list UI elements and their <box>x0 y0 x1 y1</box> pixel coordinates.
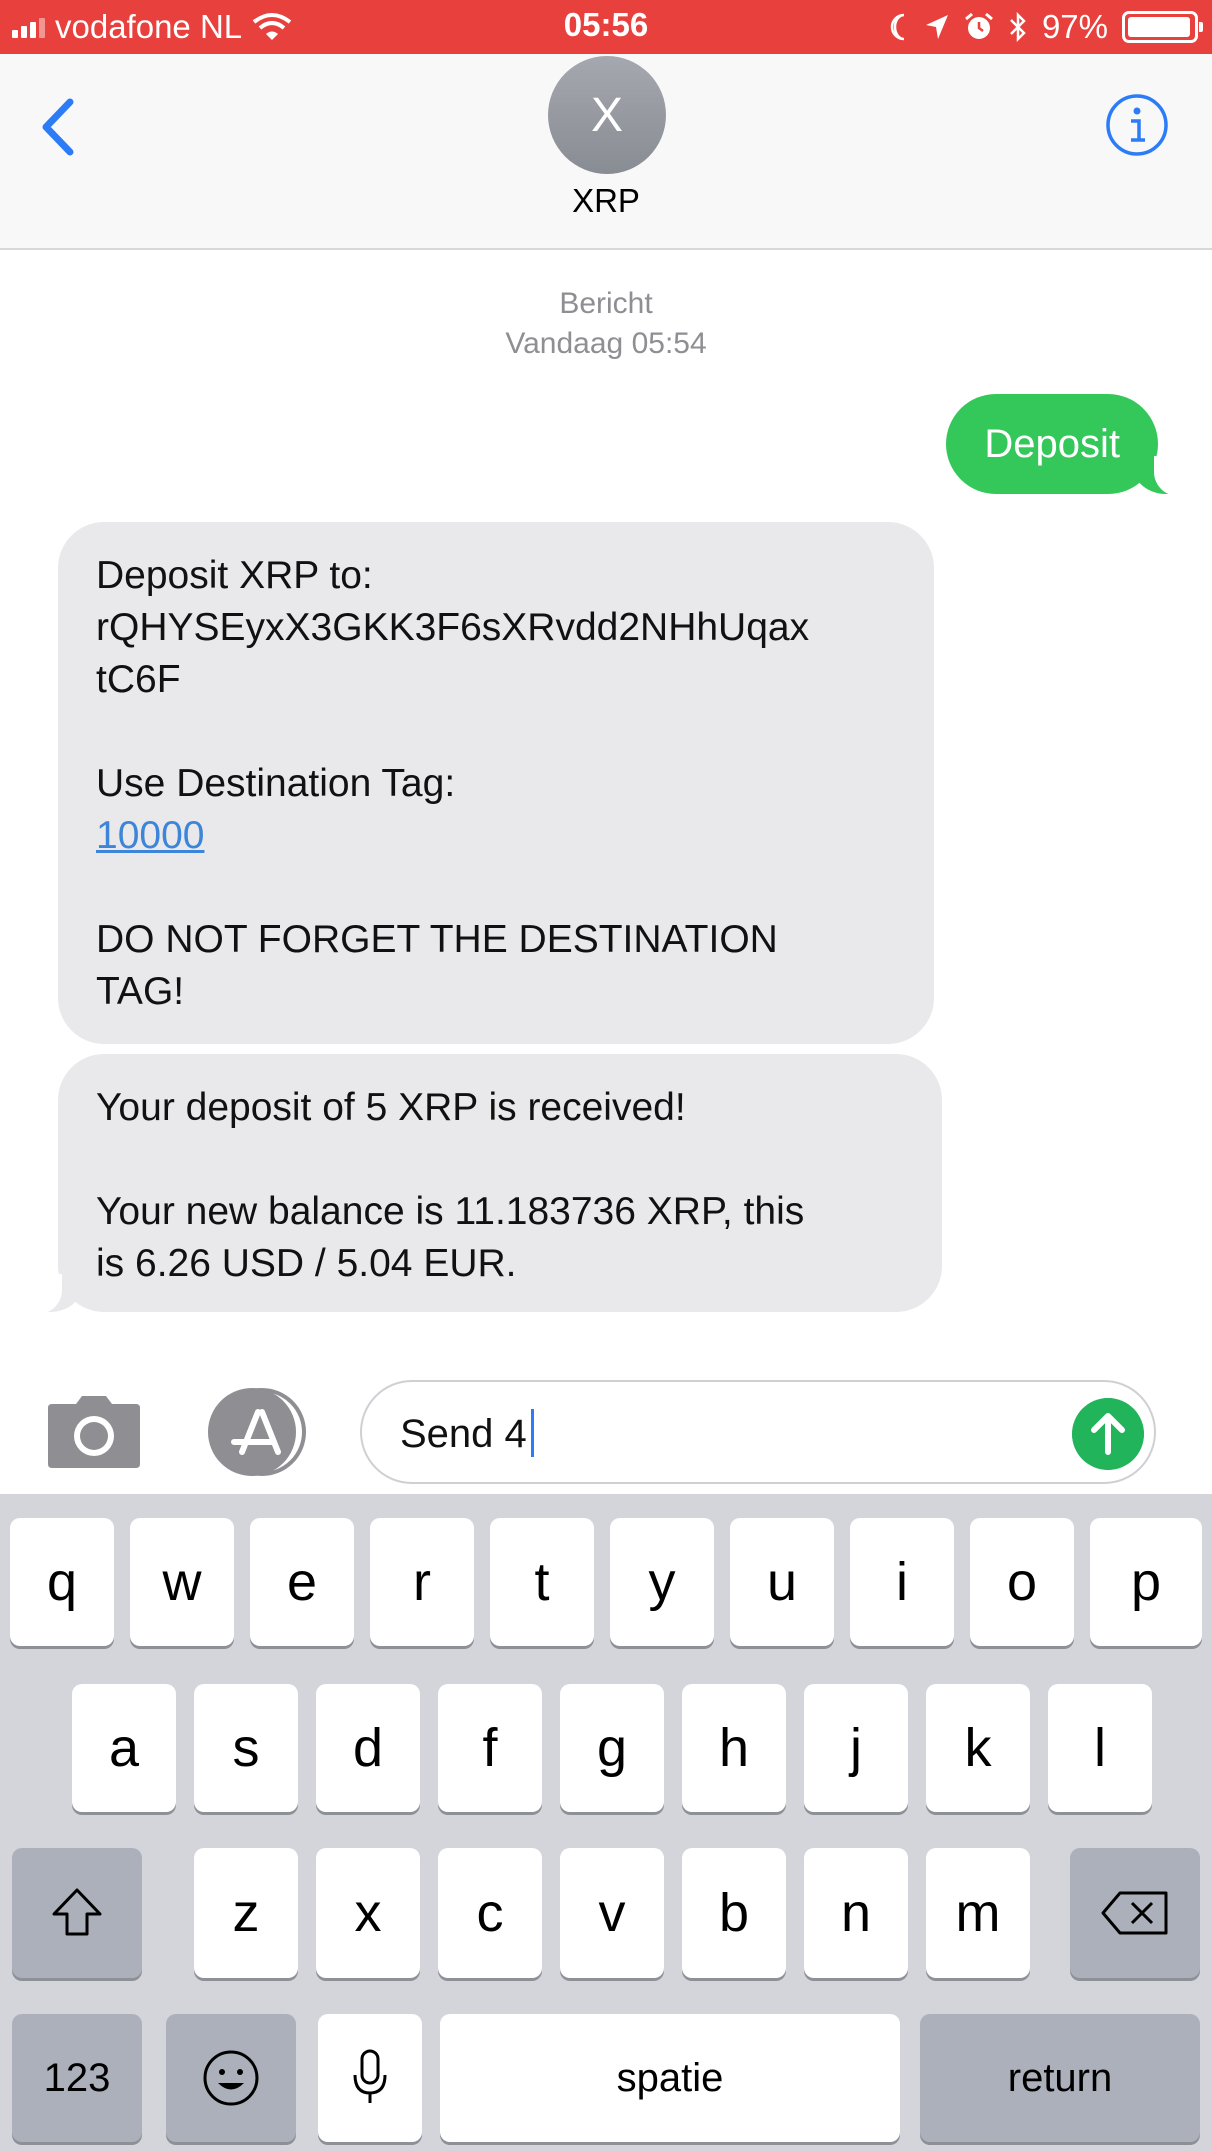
key-f[interactable]: f <box>438 1684 542 1812</box>
incoming-message-bubble[interactable]: Deposit XRP to: rQHYSEyxX3GKK3F6sXRvdd2NH… <box>58 522 934 1044</box>
battery-icon <box>1122 11 1203 43</box>
key-t[interactable]: t <box>490 1518 594 1646</box>
key-j[interactable]: j <box>804 1684 908 1812</box>
destination-tag-link[interactable]: 10000 <box>96 814 204 857</box>
battery-percentage: 97% <box>1041 8 1108 45</box>
timestamp-date: Vandaag 05:54 <box>0 324 1212 364</box>
key-m[interactable]: m <box>926 1848 1030 1978</box>
key-b[interactable]: b <box>682 1848 786 1978</box>
backspace-key[interactable] <box>1070 1848 1200 1978</box>
deposit-address: rQHYSEyxX3GKK3F6sXRvdd2NHhUqax tC6F <box>96 606 810 701</box>
numbers-key[interactable]: 123 <box>12 2014 142 2142</box>
info-icon[interactable] <box>1104 92 1170 158</box>
destination-tag-label: Use Destination Tag: <box>96 762 456 805</box>
key-v[interactable]: v <box>560 1848 664 1978</box>
contact-avatar[interactable]: X <box>548 56 666 174</box>
status-right: 97% <box>888 8 1203 46</box>
outgoing-message-bubble[interactable]: Deposit <box>946 394 1188 496</box>
dictation-key[interactable] <box>318 2014 422 2142</box>
location-icon <box>925 15 948 39</box>
key-z[interactable]: z <box>194 1848 298 1978</box>
timestamp-label: Bericht <box>559 287 653 320</box>
message-input-text[interactable]: Send 4 <box>400 1408 534 1460</box>
key-c[interactable]: c <box>438 1848 542 1978</box>
shift-key[interactable] <box>12 1848 142 1978</box>
space-key[interactable]: spatie <box>440 2014 900 2142</box>
key-r[interactable]: r <box>370 1518 474 1646</box>
app-store-icon[interactable] <box>204 1386 310 1478</box>
shift-arrow-icon <box>52 1888 102 1936</box>
microphone-icon <box>353 2049 387 2103</box>
key-e[interactable]: e <box>250 1518 354 1646</box>
key-o[interactable]: o <box>970 1518 1074 1646</box>
timestamp-time: 05:54 <box>631 327 707 360</box>
key-p[interactable]: p <box>1090 1518 1202 1646</box>
key-i[interactable]: i <box>850 1518 954 1646</box>
outgoing-message-text: Deposit <box>984 422 1120 466</box>
timestamp-day: Vandaag <box>505 327 624 360</box>
input-value: Send 4 <box>400 1412 527 1456</box>
key-k[interactable]: k <box>926 1684 1030 1812</box>
contact-name[interactable]: XRP <box>0 182 1212 220</box>
message-input[interactable]: Send 4 <box>360 1380 1156 1484</box>
key-g[interactable]: g <box>560 1684 664 1812</box>
moon-icon <box>890 13 905 41</box>
return-key[interactable]: return <box>920 2014 1200 2142</box>
key-d[interactable]: d <box>316 1684 420 1812</box>
destination-tag-warning: DO NOT FORGET THE DESTINATION TAG! <box>96 918 778 1013</box>
text-cursor <box>530 1409 534 1457</box>
key-q[interactable]: q <box>10 1518 114 1646</box>
key-n[interactable]: n <box>804 1848 908 1978</box>
key-a[interactable]: a <box>72 1684 176 1812</box>
conversation-header: X XRP <box>0 54 1212 250</box>
key-l[interactable]: l <box>1048 1684 1152 1812</box>
back-chevron-icon[interactable] <box>28 92 88 162</box>
emoji-key[interactable] <box>166 2014 296 2142</box>
status-bar: vodafone NL 05:56 97% <box>0 0 1212 54</box>
send-arrow-icon[interactable] <box>1072 1398 1144 1470</box>
keyboard: q w e r t y u i o p a s d f g h j k l z … <box>0 1494 1212 2151</box>
emoji-icon <box>203 2050 259 2106</box>
alarm-icon <box>964 12 993 39</box>
key-u[interactable]: u <box>730 1518 834 1646</box>
key-y[interactable]: y <box>610 1518 714 1646</box>
key-x[interactable]: x <box>316 1848 420 1978</box>
key-s[interactable]: s <box>194 1684 298 1812</box>
deposit-received-text: Your deposit of 5 XRP is received! <box>96 1086 686 1129</box>
backspace-icon <box>1101 1891 1168 1935</box>
avatar-initial: X <box>590 88 623 142</box>
balance-text: Your new balance is 11.183736 XRP, this … <box>96 1190 805 1285</box>
key-h[interactable]: h <box>682 1684 786 1812</box>
key-w[interactable]: w <box>130 1518 234 1646</box>
message-timestamp: Bericht Vandaag 05:54 <box>0 284 1212 364</box>
bluetooth-icon <box>1010 11 1026 43</box>
incoming-message-bubble[interactable]: Your deposit of 5 XRP is received! Your … <box>28 1054 942 1314</box>
camera-icon[interactable] <box>46 1394 142 1470</box>
deposit-label: Deposit XRP to: <box>96 554 373 597</box>
